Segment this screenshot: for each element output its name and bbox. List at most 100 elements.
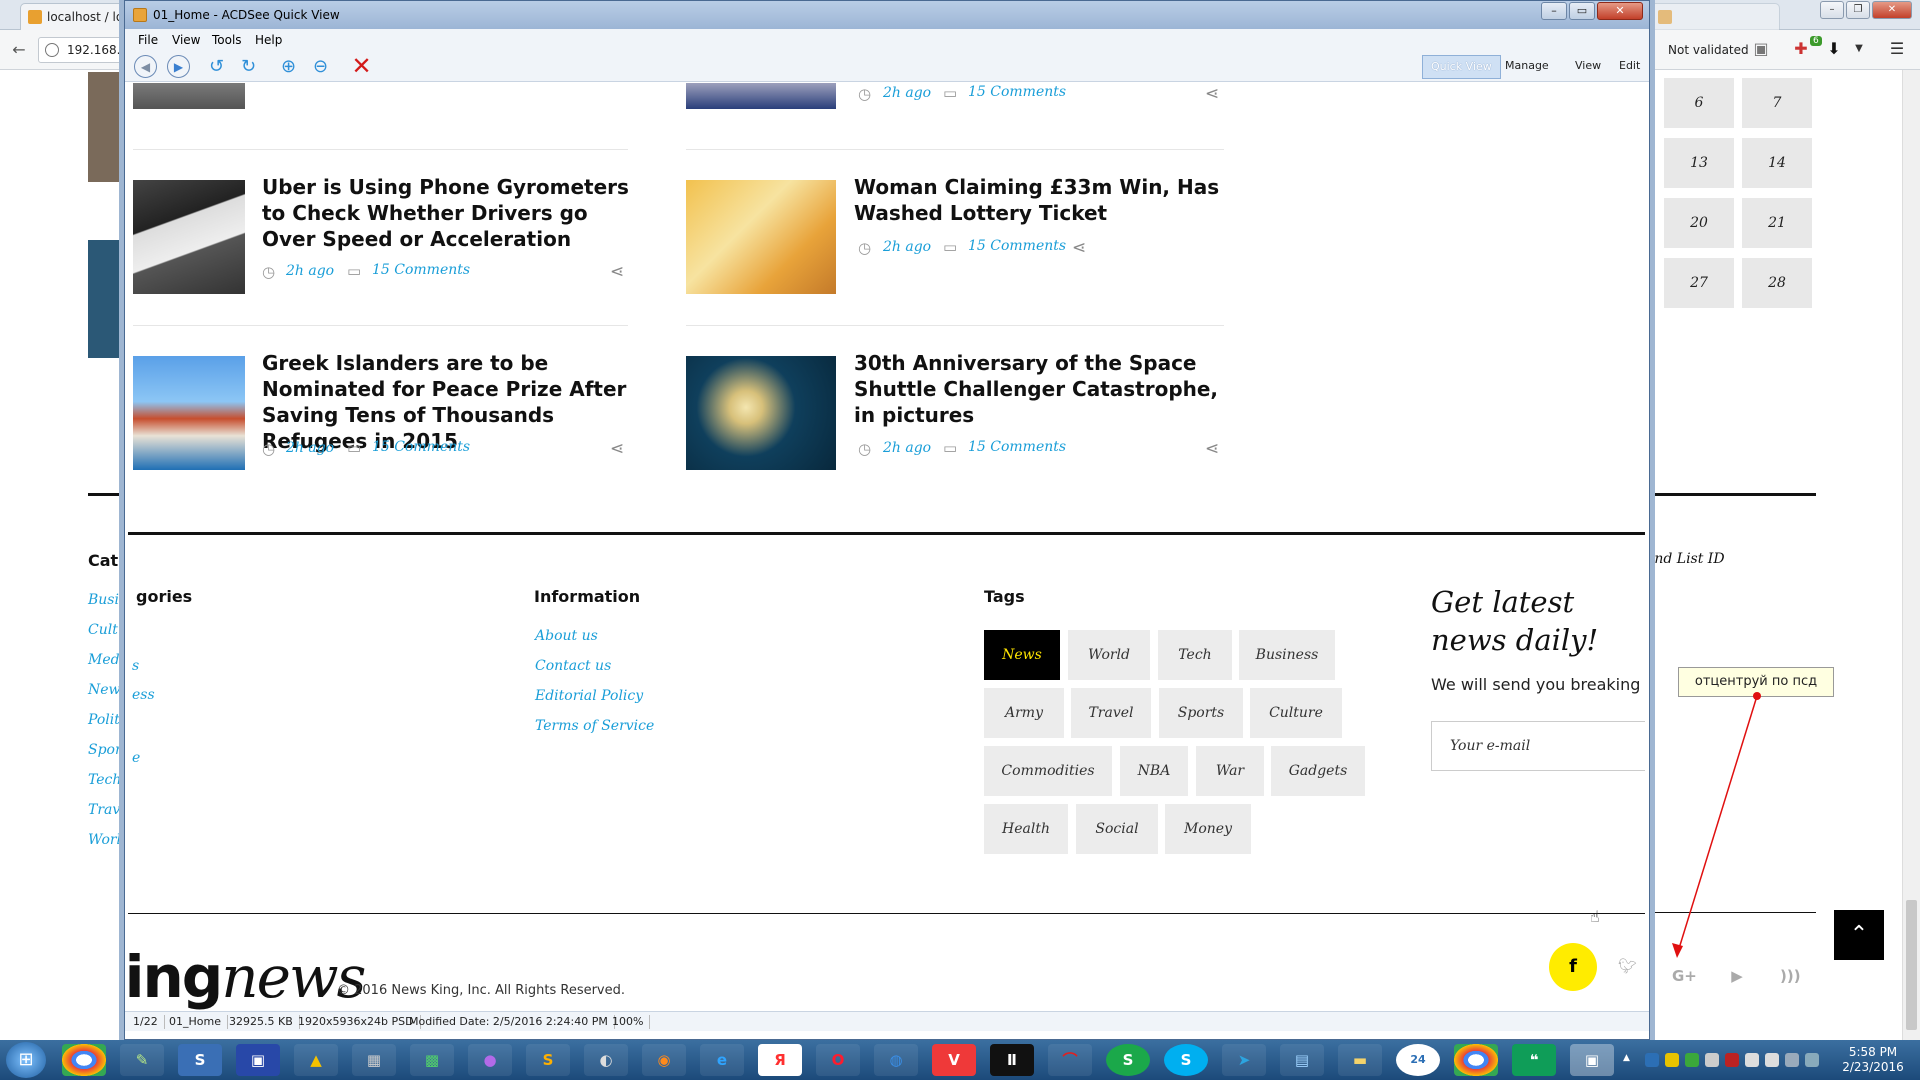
tray-app-icon[interactable] [1785,1053,1799,1067]
article-thumbnail[interactable] [133,180,245,294]
rotate-left-icon[interactable]: ↺ [205,55,228,78]
calendar-day[interactable]: 13 [1664,138,1734,188]
google-plus-icon[interactable]: G+ [1672,966,1697,986]
calendar-day[interactable]: 20 [1664,198,1734,248]
tag-world[interactable]: World [1068,630,1150,680]
tray-app-icon[interactable] [1805,1053,1819,1067]
share-icon[interactable]: ⋖ [1072,238,1086,258]
tag-commodities[interactable]: Commodities [984,746,1112,796]
share-icon[interactable]: ⋖ [610,439,624,459]
category-link[interactable]: News [88,682,128,698]
page-scrollbar[interactable] [1902,70,1920,1040]
delete-icon[interactable]: ✕ [350,54,373,78]
calendar-day[interactable]: 14 [1742,138,1812,188]
tag-travel[interactable]: Travel [1071,688,1151,738]
tray-app-icon[interactable] [1645,1053,1659,1067]
calendar-day[interactable]: 21 [1742,198,1812,248]
article-thumbnail[interactable] [686,83,836,109]
article-thumbnail[interactable] [686,356,836,470]
acrobat-icon[interactable]: ⌒ [1048,1044,1092,1076]
acdsee-taskbar-icon[interactable]: ▣ [1570,1044,1614,1076]
tag-culture[interactable]: Culture [1250,688,1342,738]
excel-icon[interactable]: ▩ [410,1044,454,1076]
category-link[interactable]: Sport [88,742,127,758]
back-to-top-button[interactable]: ⌃ [1834,910,1884,960]
rss-icon[interactable]: ))) [1780,966,1801,986]
telegram-icon[interactable]: ➤ [1222,1044,1266,1076]
category-link[interactable]: s [132,658,139,674]
category-link[interactable]: e [132,750,140,766]
tag-tech[interactable]: Tech [1158,630,1232,680]
menu-view[interactable]: View [172,33,200,47]
category-link[interactable]: Medi [88,652,124,668]
chevron-down-icon[interactable]: ▼ [1850,40,1868,58]
article-title[interactable]: 30th Anniversary of the Space Shuttle Ch… [854,350,1224,428]
maximize-icon[interactable]: ❐ [1846,1,1870,19]
category-link[interactable]: Cultu [88,622,127,638]
share-icon[interactable]: ⋖ [1205,439,1219,459]
browser-tab[interactable] [1650,3,1780,30]
ie-icon[interactable]: e [700,1044,744,1076]
save-icon[interactable]: ▣ [236,1044,280,1076]
tray-app-icon[interactable] [1685,1053,1699,1067]
calendar-day[interactable]: 27 [1664,258,1734,308]
article-thumbnail[interactable] [133,83,245,109]
share-icon[interactable]: ⋖ [610,262,624,282]
youtube-icon[interactable]: ▶ [1727,966,1747,986]
article-comments[interactable]: 15 Comments [968,238,1066,254]
tag-nba[interactable]: NBA [1120,746,1188,796]
footer-link-contact[interactable]: Contact us [535,658,611,674]
tray-expand-icon[interactable]: ▲ [1623,1053,1637,1067]
calendar-day[interactable]: 28 [1742,258,1812,308]
twitter-icon[interactable]: 🐦︎ [1618,957,1637,975]
chrome-icon[interactable] [62,1044,106,1076]
article-thumbnail[interactable] [88,240,128,358]
maximize-icon[interactable]: ▭ [1569,2,1595,20]
notes-icon[interactable]: ▤ [1280,1044,1324,1076]
hangouts-icon[interactable]: ❝ [1512,1044,1556,1076]
mode-manage[interactable]: Manage [1497,55,1557,79]
zoom-out-icon[interactable]: ⊖ [309,55,332,78]
tag-money[interactable]: Money [1165,804,1251,854]
tray-app-icon[interactable] [1665,1053,1679,1067]
taskbar-clock[interactable]: 5:58 PM 2/23/2016 [1838,1045,1908,1075]
vivaldi-icon[interactable]: V [932,1044,976,1076]
category-link[interactable]: ess [132,687,155,703]
category-link[interactable]: Worl [88,832,121,848]
article-thumbnail[interactable] [88,72,128,182]
footer-link-terms[interactable]: Terms of Service [535,718,654,734]
tag-war[interactable]: War [1196,746,1264,796]
zoom-in-icon[interactable]: ⊕ [277,55,300,78]
s-app-icon[interactable]: S [178,1044,222,1076]
mask-icon[interactable]: ◐ [584,1044,628,1076]
tag-health[interactable]: Health [984,804,1068,854]
email-field[interactable]: Your e-mail [1431,721,1645,771]
tray-app-icon[interactable] [1705,1053,1719,1067]
menu-file[interactable]: File [138,33,158,47]
article-comments[interactable]: 15 Comments [968,84,1066,100]
download-icon[interactable]: ⬇ [1825,40,1843,58]
thunderbird-icon[interactable]: ◍ [874,1044,918,1076]
share-icon[interactable]: ⋖ [1205,84,1219,104]
close-icon[interactable]: ✕ [1872,1,1912,19]
tag-army[interactable]: Army [984,688,1064,738]
article-comments[interactable]: 15 Comments [968,439,1066,455]
start-button[interactable]: ⊞ [6,1042,46,1078]
menu-tools[interactable]: Tools [212,33,242,47]
network-icon[interactable] [1765,1053,1779,1067]
category-link[interactable]: Politi [88,712,124,728]
language-flag-icon[interactable] [1725,1053,1739,1067]
previous-icon[interactable]: ◀ [134,55,157,78]
calendar-day[interactable]: 6 [1664,78,1734,128]
arrow-app-icon[interactable]: ▲ [294,1044,338,1076]
tag-sports[interactable]: Sports [1159,688,1243,738]
mode-edit[interactable]: Edit [1611,55,1648,79]
opera-icon[interactable]: O [816,1044,860,1076]
article-comments[interactable]: 15 Comments [372,439,470,455]
mode-view[interactable]: View [1567,55,1609,79]
tag-news[interactable]: News [984,630,1060,680]
scrollbar-thumb[interactable] [1906,900,1917,1030]
close-icon[interactable]: ✕ [1597,2,1643,20]
calendar-day[interactable]: 7 [1742,78,1812,128]
calculator-icon[interactable]: ▦ [352,1044,396,1076]
